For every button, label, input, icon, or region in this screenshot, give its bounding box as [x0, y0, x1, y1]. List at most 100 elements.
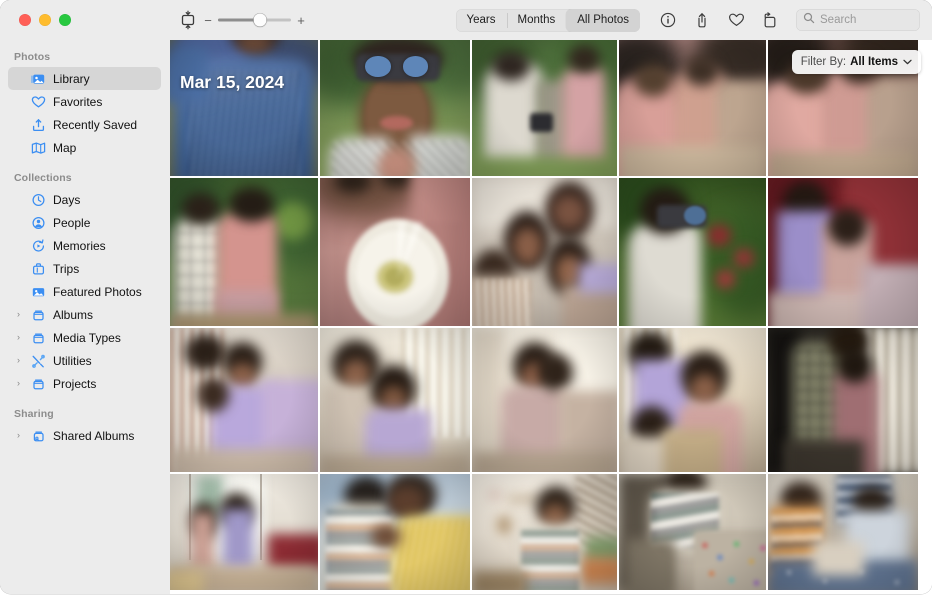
sidebar-item-label: Recently Saved [53, 117, 138, 132]
photos-window: − + Years Months All Photos Search Photo… [0, 0, 932, 594]
sidebar-item-utilities[interactable]: › Utilities [8, 349, 161, 372]
sidebar-item-label: Days [53, 192, 81, 207]
featured-photo-icon [30, 285, 46, 299]
titlebar: − + Years Months All Photos Search [0, 0, 932, 40]
photo-thumbnail[interactable] [320, 328, 470, 472]
photo-thumbnail[interactable] [320, 178, 470, 326]
search-input[interactable]: Search [796, 9, 920, 31]
photo-thumbnail[interactable] [619, 474, 766, 590]
filter-by-dropdown[interactable]: Filter By: All Items [791, 50, 921, 74]
chevron-down-icon [903, 57, 912, 67]
tools-icon [30, 354, 46, 368]
sidebar-item-featured-photos[interactable]: Featured Photos [8, 280, 161, 303]
photo-thumbnail[interactable] [170, 474, 318, 590]
sidebar-section-header-collections: Collections [14, 172, 72, 184]
sidebar-item-label: Shared Albums [53, 428, 135, 443]
sidebar-item-albums[interactable]: › Albums [8, 303, 161, 326]
photo-thumbnail[interactable] [472, 178, 617, 326]
sidebar-item-projects[interactable]: › Projects [8, 372, 161, 395]
sidebar-item-library[interactable]: Library [8, 67, 161, 90]
sidebar-section-header-sharing: Sharing [14, 408, 54, 420]
search-icon [803, 11, 815, 29]
sidebar-item-recently-saved[interactable]: Recently Saved [8, 113, 161, 136]
tab-all-photos[interactable]: All Photos [566, 8, 640, 32]
map-icon [30, 141, 46, 155]
album-icon [30, 308, 46, 322]
filter-by-value: All Items [850, 56, 898, 68]
photo-grid-container: Mar 15, 2024 Filter By: All Items [170, 40, 932, 594]
slider-knob[interactable] [253, 13, 267, 27]
minimize-window-button[interactable] [39, 14, 51, 26]
photo-thumbnail[interactable] [170, 328, 318, 472]
sidebar-item-label: Utilities [53, 353, 92, 368]
zoom-out-label[interactable]: − [204, 14, 212, 27]
toolbar-icon-group [659, 11, 779, 29]
photo-thumbnail[interactable] [768, 178, 918, 326]
photo-thumbnail[interactable] [170, 40, 318, 176]
favorite-heart-icon[interactable] [727, 11, 745, 29]
zoom-control-group: − + [170, 10, 305, 30]
zoom-window-button[interactable] [59, 14, 71, 26]
sidebar-item-label: Albums [53, 307, 94, 322]
sidebar-item-label: Map [53, 140, 77, 155]
thumbnail-size-slider[interactable]: − + [204, 13, 305, 27]
sidebar-item-label: Projects [53, 376, 97, 391]
aspect-ratio-icon[interactable] [179, 10, 197, 30]
zoom-in-label[interactable]: + [297, 14, 305, 27]
photo-thumbnail[interactable] [472, 328, 617, 472]
photo-thumbnail[interactable] [472, 40, 617, 176]
sidebar-item-people[interactable]: People [8, 211, 161, 234]
sidebar-item-label: Library [53, 71, 90, 86]
tab-months[interactable]: Months [506, 9, 567, 32]
sidebar: Photos Library Favorites Recently Saved … [0, 40, 170, 594]
photo-row [170, 328, 932, 472]
photo-thumbnail[interactable] [320, 40, 470, 176]
chevron-right-icon[interactable]: › [14, 379, 23, 388]
toolbar: − + Years Months All Photos Search [170, 0, 932, 40]
clock-icon [30, 193, 46, 207]
view-mode-segmented-control[interactable]: Years Months All Photos [456, 8, 640, 32]
sidebar-item-label: Media Types [53, 330, 121, 345]
photo-thumbnail[interactable] [170, 178, 318, 326]
sidebar-item-map[interactable]: Map [8, 136, 161, 159]
close-window-button[interactable] [19, 14, 31, 26]
chevron-right-icon[interactable]: › [14, 356, 23, 365]
recently-saved-icon [30, 118, 46, 132]
photo-thumbnail[interactable] [619, 178, 766, 326]
photo-thumbnail[interactable] [768, 328, 918, 472]
search-placeholder: Search [820, 14, 857, 26]
sidebar-item-shared-albums[interactable]: › Shared Albums [8, 424, 161, 447]
sidebar-item-trips[interactable]: Trips [8, 257, 161, 280]
sidebar-item-media-types[interactable]: › Media Types [8, 326, 161, 349]
sidebar-item-label: People [53, 215, 91, 230]
photo-thumbnail[interactable] [619, 40, 766, 176]
window-body: Photos Library Favorites Recently Saved … [0, 40, 932, 594]
sidebar-item-label: Memories [53, 238, 106, 253]
tab-years[interactable]: Years [456, 9, 507, 32]
photo-grid [170, 40, 932, 594]
sidebar-section-header-photos: Photos [14, 51, 51, 63]
sidebar-item-label: Favorites [53, 94, 103, 109]
info-icon[interactable] [659, 11, 677, 29]
filter-by-label: Filter By: [800, 56, 847, 68]
photo-row [170, 474, 932, 590]
photo-thumbnail[interactable] [768, 474, 918, 590]
photos-library-icon [30, 72, 46, 86]
album-icon [30, 377, 46, 391]
photo-thumbnail[interactable] [472, 474, 617, 590]
heart-icon [30, 95, 46, 109]
slider-track[interactable] [218, 13, 291, 27]
chevron-right-icon[interactable]: › [14, 431, 23, 440]
chevron-right-icon[interactable]: › [14, 310, 23, 319]
chevron-right-icon[interactable]: › [14, 333, 23, 342]
traffic-lights [0, 14, 170, 26]
photo-thumbnail[interactable] [619, 328, 766, 472]
photo-thumbnail[interactable] [320, 474, 470, 590]
memories-icon [30, 238, 46, 253]
rotate-icon[interactable] [761, 11, 779, 29]
share-icon[interactable] [693, 11, 711, 29]
shared-album-icon [30, 429, 46, 443]
sidebar-item-favorites[interactable]: Favorites [8, 90, 161, 113]
sidebar-item-days[interactable]: Days [8, 188, 161, 211]
sidebar-item-memories[interactable]: Memories [8, 234, 161, 257]
